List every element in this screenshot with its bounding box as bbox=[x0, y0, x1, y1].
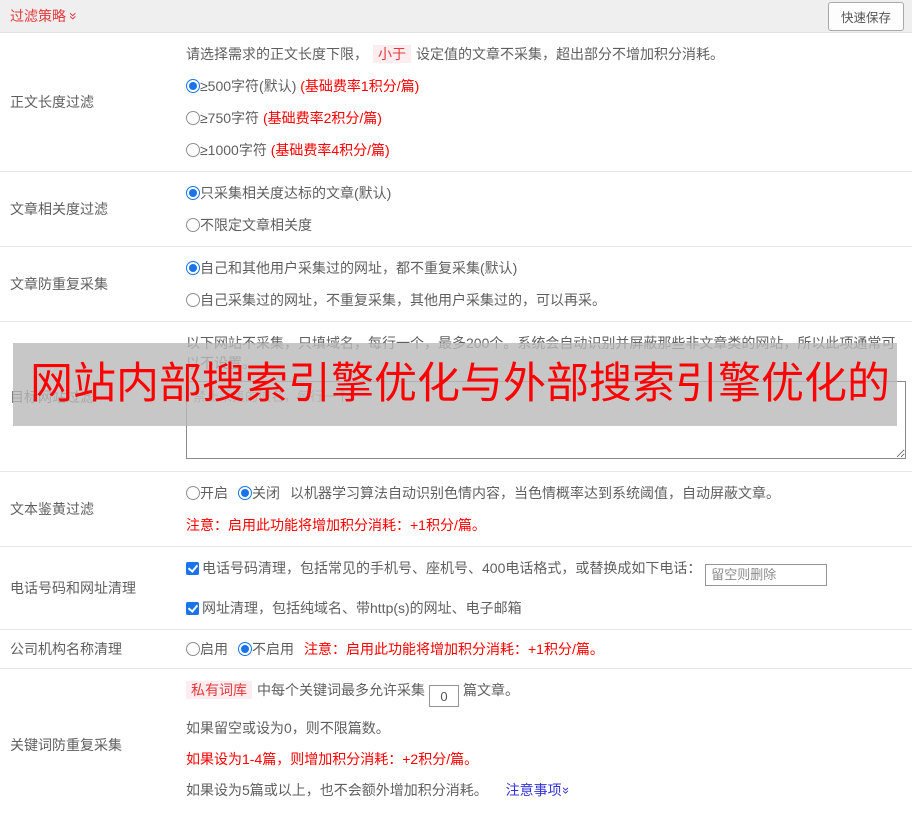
notice-link[interactable]: 注意事项 bbox=[506, 782, 570, 798]
porn-filter-options: 开启 关闭以机器学习算法自动识别色情内容，当色情概率达到系统阈值，自动屏蔽文章。 bbox=[186, 483, 906, 503]
limit-text-end: 篇文章。 bbox=[463, 682, 519, 698]
dedup-option-global[interactable]: 自己和其他用户采集过的网址，都不重复采集(默认) bbox=[186, 258, 906, 278]
fee-note: (基础费率1积分/篇) bbox=[300, 78, 419, 94]
option-label: 不限定文章相关度 bbox=[200, 217, 312, 233]
option-label: 只采集相关度达标的文章(默认) bbox=[200, 185, 391, 201]
fee-note: (基础费率4积分/篇) bbox=[271, 142, 390, 158]
company-clean-options: 启用 不启用注意：启用此功能将增加积分消耗：+1积分/篇。 bbox=[186, 639, 906, 659]
porn-option-on[interactable]: 开启 bbox=[186, 485, 228, 501]
row-label: 电话号码和网址清理 bbox=[0, 547, 186, 629]
url-clean-option[interactable]: 网址清理，包括纯域名、带http(s)的网址、电子邮箱 bbox=[186, 598, 906, 618]
keyword-note-fee: 如果设为1-4篇，则增加积分消耗：+2积分/篇。 bbox=[186, 749, 906, 769]
content-length-intro: 请选择需求的正文长度下限， 小于设定值的文章不采集，超出部分不增加积分消耗。 bbox=[186, 44, 906, 64]
watermark-overlay: 网站内部搜索引擎优化与外部搜索引擎优化的 bbox=[13, 343, 897, 426]
less-than-highlight: 小于 bbox=[373, 45, 411, 63]
option-label: 自己和其他用户采集过的网址，都不重复采集(默认) bbox=[200, 260, 517, 276]
row-label: 文本鉴黄过滤 bbox=[0, 472, 186, 546]
notice-link-text: 注意事项 bbox=[506, 782, 562, 798]
row-company-clean: 公司机构名称清理 启用 不启用注意：启用此功能将增加积分消耗：+1积分/篇。 bbox=[0, 629, 912, 668]
phone-clean-option[interactable]: 电话号码清理，包括常见的手机号、座机号、400电话格式，或替换成如下电话： bbox=[186, 558, 906, 586]
option-label: 网址清理，包括纯域名、带http(s)的网址、电子邮箱 bbox=[202, 600, 522, 616]
porn-filter-description: 以机器学习算法自动识别色情内容，当色情概率达到系统阈值，自动屏蔽文章。 bbox=[290, 485, 780, 501]
company-option-disable[interactable]: 不启用 bbox=[238, 641, 294, 657]
content-length-option-750[interactable]: ≥750字符 (基础费率2积分/篇) bbox=[186, 108, 906, 128]
checkbox-checked-icon[interactable] bbox=[186, 562, 199, 575]
row-phone-url-clean: 电话号码和网址清理 电话号码清理，包括常见的手机号、座机号、400电话格式，或替… bbox=[0, 546, 912, 629]
row-label: 关键词防重复采集 bbox=[0, 669, 186, 822]
content-length-option-1000[interactable]: ≥1000字符 (基础费率4积分/篇) bbox=[186, 140, 906, 160]
watermark-text: 网站内部搜索引擎优化与外部搜索引擎优化的 bbox=[13, 363, 890, 406]
radio-unchecked-icon[interactable] bbox=[186, 143, 200, 157]
radio-unchecked-icon[interactable] bbox=[186, 642, 200, 656]
page-title-text: 过滤策略 bbox=[10, 6, 66, 26]
row-label: 文章防重复采集 bbox=[0, 247, 186, 321]
radio-checked-icon[interactable] bbox=[238, 486, 252, 500]
option-label: 不启用 bbox=[252, 641, 294, 657]
keyword-note-five: 如果设为5篇或以上，也不会额外增加积分消耗。 注意事项 bbox=[186, 780, 906, 800]
limit-text-mid: 中每个关键词最多允许采集 bbox=[257, 682, 425, 698]
intro-text-before: 请选择需求的正文长度下限， bbox=[186, 46, 368, 62]
row-label: 文章相关度过滤 bbox=[0, 172, 186, 246]
row-porn-filter: 文本鉴黄过滤 开启 关闭以机器学习算法自动识别色情内容，当色情概率达到系统阈值，自… bbox=[0, 471, 912, 546]
content-length-option-500[interactable]: ≥500字符(默认) (基础费率1积分/篇) bbox=[186, 76, 906, 96]
row-dedup-collection: 文章防重复采集 自己和其他用户采集过的网址，都不重复采集(默认) 自己采集过的网… bbox=[0, 246, 912, 321]
radio-checked-icon[interactable] bbox=[186, 79, 200, 93]
radio-checked-icon[interactable] bbox=[238, 642, 252, 656]
porn-option-off[interactable]: 关闭 bbox=[238, 485, 280, 501]
company-option-enable[interactable]: 启用 bbox=[186, 641, 228, 657]
quick-save-button[interactable]: 快速保存 bbox=[828, 2, 904, 31]
keyword-note-zero: 如果留空或设为0，则不限篇数。 bbox=[186, 718, 906, 738]
checkbox-checked-icon[interactable] bbox=[186, 602, 199, 615]
private-lexicon-link[interactable]: 私有词库 bbox=[186, 681, 252, 699]
relevance-option-any[interactable]: 不限定文章相关度 bbox=[186, 215, 906, 235]
option-label: 自己采集过的网址，不重复采集，其他用户采集过的，可以再采。 bbox=[200, 292, 606, 308]
relevance-option-strict[interactable]: 只采集相关度达标的文章(默认) bbox=[186, 183, 906, 203]
row-relevance-filter: 文章相关度过滤 只采集相关度达标的文章(默认) 不限定文章相关度 bbox=[0, 171, 912, 246]
radio-checked-icon[interactable] bbox=[186, 261, 200, 275]
radio-checked-icon[interactable] bbox=[186, 186, 200, 200]
note-text: 如果设为5篇或以上，也不会额外增加积分消耗。 bbox=[186, 782, 488, 798]
keyword-limit-line: 私有词库中每个关键词最多允许采集 篇文章。 bbox=[186, 680, 906, 708]
company-clean-note: 注意：启用此功能将增加积分消耗：+1积分/篇。 bbox=[304, 641, 604, 657]
radio-unchecked-icon[interactable] bbox=[186, 293, 200, 307]
option-label: 电话号码清理，包括常见的手机号、座机号、400电话格式，或替换成如下电话： bbox=[202, 560, 701, 576]
radio-unchecked-icon[interactable] bbox=[186, 111, 200, 125]
option-label: 启用 bbox=[200, 641, 228, 657]
row-content-length-filter: 正文长度过滤 请选择需求的正文长度下限， 小于设定值的文章不采集，超出部分不增加积… bbox=[0, 33, 912, 171]
double-chevron-down-icon bbox=[560, 787, 573, 794]
header-bar: 过滤策略 快速保存 bbox=[0, 0, 912, 33]
option-label: 关闭 bbox=[252, 485, 280, 501]
option-label: ≥750字符 bbox=[200, 110, 259, 126]
option-label: ≥1000字符 bbox=[200, 142, 267, 158]
fee-note: (基础费率2积分/篇) bbox=[263, 110, 382, 126]
intro-text-after: 设定值的文章不采集，超出部分不增加积分消耗。 bbox=[416, 46, 724, 62]
page-title[interactable]: 过滤策略 bbox=[10, 6, 78, 26]
row-label: 正文长度过滤 bbox=[0, 33, 186, 171]
double-chevron-down-icon bbox=[67, 12, 81, 20]
dedup-option-own[interactable]: 自己采集过的网址，不重复采集，其他用户采集过的，可以再采。 bbox=[186, 290, 906, 310]
radio-unchecked-icon[interactable] bbox=[186, 218, 200, 232]
keyword-count-input[interactable] bbox=[429, 685, 459, 707]
row-keyword-dedup: 关键词防重复采集 私有词库中每个关键词最多允许采集 篇文章。 如果留空或设为0，则… bbox=[0, 668, 912, 822]
porn-filter-note: 注意：启用此功能将增加积分消耗：+1积分/篇。 bbox=[186, 515, 906, 535]
radio-unchecked-icon[interactable] bbox=[186, 486, 200, 500]
option-label: 开启 bbox=[200, 485, 228, 501]
row-label: 公司机构名称清理 bbox=[0, 630, 186, 668]
option-label: ≥500字符(默认) bbox=[200, 78, 296, 94]
replacement-phone-input[interactable] bbox=[705, 564, 827, 586]
